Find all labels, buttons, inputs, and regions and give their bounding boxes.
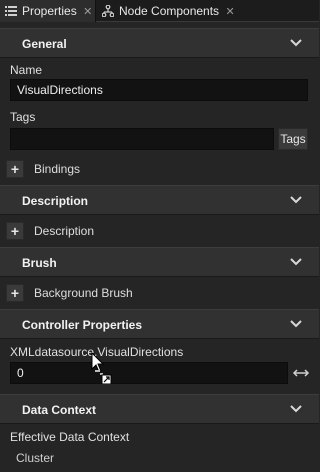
bindings-label: Bindings [34,162,81,176]
chevron-down-icon[interactable] [289,402,303,416]
drag-resize-icon[interactable] [292,368,310,378]
tags-field[interactable] [10,128,274,150]
tab-bar: Properties ✕ Node Components ✕ [0,0,319,22]
close-icon[interactable]: ✕ [225,5,235,18]
chevron-down-icon[interactable] [289,36,303,50]
list-icon [3,0,19,22]
chevron-down-icon[interactable] [289,193,303,207]
section-brush[interactable]: Brush [0,247,319,277]
name-field[interactable]: VisualDirections [10,79,308,101]
tags-label: Tags [10,110,36,124]
controller-value-field[interactable]: 0 [10,362,288,384]
section-controller-properties[interactable]: Controller Properties [0,309,319,339]
section-title: General [22,37,67,51]
tab-label: Properties [22,4,77,18]
effective-data-context-label: Effective Data Context [10,430,130,444]
controller-value: 0 [17,366,24,380]
section-general[interactable]: General [0,28,319,58]
properties-panel: Properties ✕ Node Components ✕ General N… [0,0,319,472]
section-description[interactable]: Description [0,185,319,215]
section-title: Data Context [22,403,97,417]
node-components-icon [100,0,116,22]
add-binding-button[interactable]: + [6,160,24,178]
chevron-down-icon[interactable] [289,255,303,269]
name-label: Name [10,63,43,77]
section-title: Controller Properties [22,318,143,332]
background-brush-label: Background Brush [34,286,133,300]
name-value: VisualDirections [17,83,103,97]
add-background-brush-button[interactable]: + [6,284,24,302]
effective-data-context-value: Cluster [16,451,55,465]
tags-button-label: Tags [280,132,306,146]
add-description-button[interactable]: + [6,222,24,240]
tab-label: Node Components [119,4,220,18]
section-title: Description [22,194,89,208]
tab-properties[interactable]: Properties ✕ [0,0,96,22]
chevron-down-icon[interactable] [289,317,303,331]
tags-button[interactable]: Tags [278,128,308,150]
section-title: Brush [22,256,57,270]
close-icon[interactable]: ✕ [83,5,93,18]
section-data-context[interactable]: Data Context [0,394,319,424]
description-label: Description [34,224,95,238]
mouse-cursor-icon [91,352,112,384]
tab-node-components[interactable]: Node Components ✕ [97,0,247,22]
